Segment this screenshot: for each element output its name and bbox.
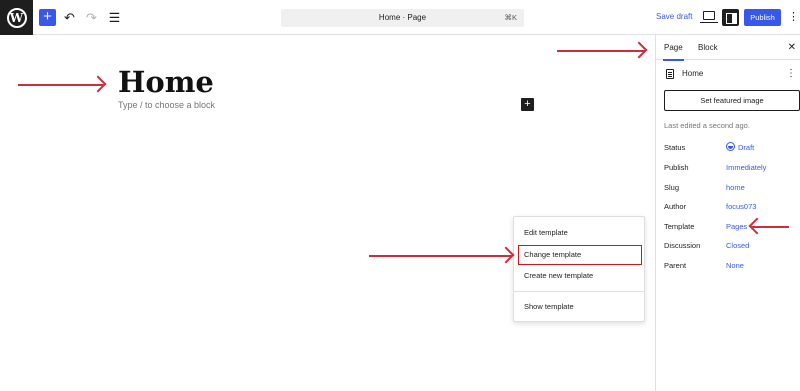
sidebar-tabs: Page Block ✕ [656, 35, 800, 61]
parent-label: Parent [664, 261, 687, 270]
page-name: Home [682, 69, 704, 78]
menu-item-edit-template[interactable]: Edit template [518, 223, 642, 243]
status-value[interactable]: Draft [726, 142, 754, 152]
tab-page[interactable]: Page [663, 35, 684, 61]
menu-item-change-template[interactable]: Change template [518, 245, 642, 265]
annotation-arrow-template [751, 226, 789, 228]
status-text: Draft [738, 143, 755, 152]
document-bar[interactable]: Home · Page ⌘K [281, 9, 524, 27]
command-shortcut: ⌘K [504, 13, 517, 22]
block-inserter-button[interactable]: + [39, 9, 56, 26]
status-label: Status [664, 143, 686, 152]
parent-value[interactable]: None [726, 261, 744, 270]
editor-toolbar: W + ↶ ↷ ☰ Home · Page ⌘K Save draft Publ… [0, 0, 800, 35]
undo-icon[interactable]: ↶ [61, 9, 78, 26]
document-title: Home · Page [378, 13, 427, 22]
list-view-icon[interactable]: ☰ [106, 9, 123, 26]
wordpress-logo-icon[interactable]: W [0, 0, 33, 35]
page-title[interactable]: Home [118, 65, 214, 99]
block-placeholder[interactable]: Type / to choose a block [118, 100, 215, 110]
slug-label: Slug [664, 183, 680, 192]
menu-item-create-template[interactable]: Create new template [518, 266, 642, 286]
publish-label: Publish [664, 163, 689, 172]
slug-value[interactable]: home [726, 183, 745, 192]
discussion-value[interactable]: Closed [726, 241, 749, 250]
publish-value[interactable]: Immediately [726, 163, 766, 172]
options-more-icon[interactable]: ⋮ [788, 9, 799, 26]
annotation-arrow-change-template [369, 255, 512, 257]
last-edited-text: Last edited a second ago. [664, 121, 750, 130]
annotation-arrow-page-tab [557, 50, 645, 52]
preview-device-icon[interactable] [700, 11, 718, 23]
settings-sidebar: Page Block ✕ Home ⋮ Set featured image L… [655, 35, 800, 391]
inline-inserter-icon[interactable]: + [521, 98, 534, 111]
annotation-arrow-title [18, 84, 104, 86]
author-value[interactable]: focus073 [726, 202, 756, 211]
page-icon [666, 69, 674, 79]
draft-status-icon [726, 142, 735, 151]
page-summary: Home ⋮ [656, 60, 800, 87]
settings-sidebar-icon[interactable] [722, 9, 739, 26]
menu-divider [514, 291, 644, 292]
page-more-icon[interactable]: ⋮ [786, 68, 796, 79]
template-label: Template [664, 222, 695, 231]
menu-item-show-template[interactable]: Show template [518, 297, 642, 317]
close-icon[interactable]: ✕ [788, 35, 796, 60]
set-featured-image-button[interactable]: Set featured image [664, 90, 800, 111]
author-label: Author [664, 202, 687, 211]
tab-block[interactable]: Block [698, 35, 718, 60]
redo-icon[interactable]: ↷ [83, 9, 100, 26]
publish-button[interactable]: Publish [744, 9, 781, 26]
discussion-label: Discussion [664, 241, 701, 250]
template-menu: Edit template Change template Create new… [513, 216, 645, 322]
save-draft-button[interactable]: Save draft [656, 12, 692, 21]
template-value[interactable]: Pages [726, 222, 747, 231]
